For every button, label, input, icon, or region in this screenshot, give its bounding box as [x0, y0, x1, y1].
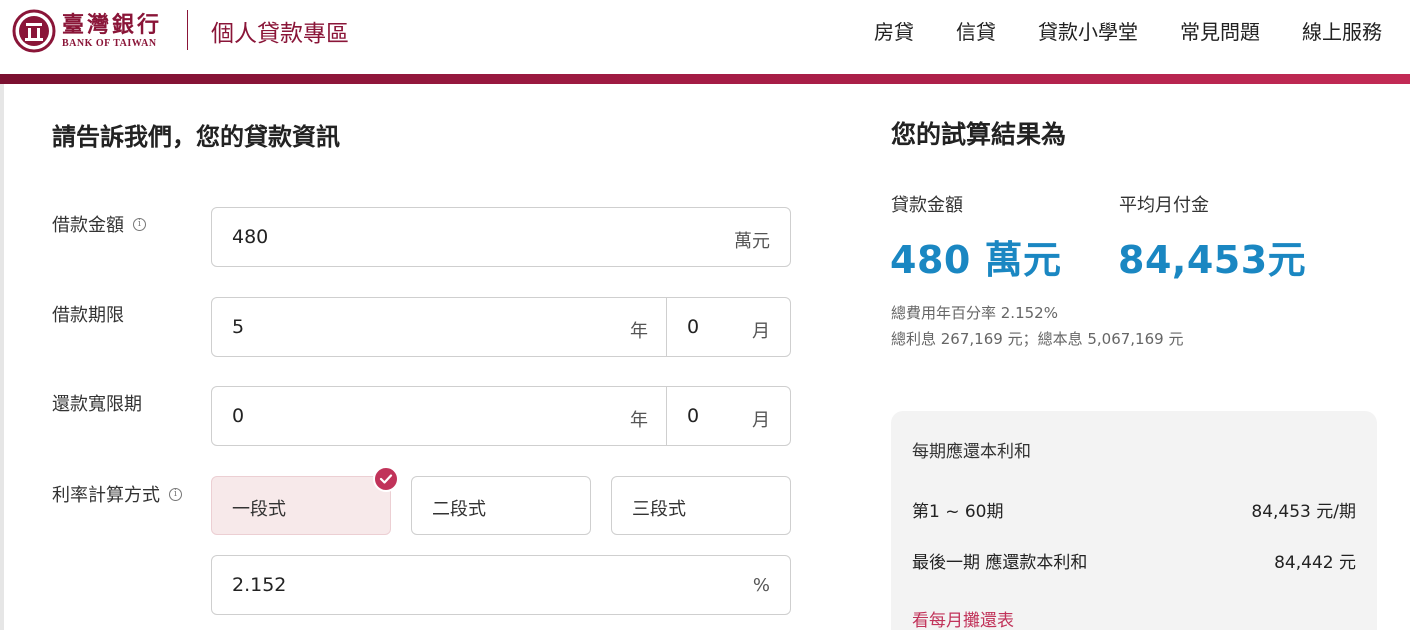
rate-option-three-stage[interactable]: 三段式 [611, 476, 791, 535]
monthly-payment-value: 84,453元 [1118, 238, 1307, 282]
grace-period-label: 還款寬限期 [52, 390, 142, 416]
site-header: 臺灣銀行 BANK OF TAIWAN 個人貸款專區 房貸 信貸 貸款小學堂 常… [0, 0, 1410, 74]
page-left-edge [0, 84, 4, 630]
bank-seal-icon[interactable] [12, 9, 56, 53]
header-divider [187, 10, 188, 50]
grace-months-input[interactable]: 0 月 [666, 387, 790, 445]
nav-item-credit-loan[interactable]: 信貸 [956, 16, 996, 45]
nav-item-faq[interactable]: 常見問題 [1180, 16, 1260, 45]
info-icon[interactable]: i [169, 487, 182, 501]
grace-months-unit: 月 [752, 410, 770, 431]
schedule-row-value: 84,442 元 [1274, 553, 1356, 573]
info-icon[interactable]: i [133, 217, 146, 231]
nav-item-online-service[interactable]: 線上服務 [1302, 16, 1382, 45]
loan-term-months-input[interactable]: 0 月 [666, 298, 790, 356]
rate-method-label: 利率計算方式 i [52, 481, 182, 507]
grace-years-value: 0 [232, 405, 245, 427]
grace-months-value: 0 [687, 405, 700, 427]
monthly-payment-label: 平均月付金 [1119, 195, 1209, 216]
interest-rate-unit: % [752, 575, 770, 596]
rate-method-label-text: 利率計算方式 [52, 485, 160, 506]
grace-years-input[interactable]: 0 年 [212, 387, 666, 445]
loan-term-label-text: 借款期限 [52, 305, 124, 326]
loan-term-group: 5 年 0 月 [211, 297, 791, 357]
loan-amount-unit: 萬元 [734, 231, 770, 252]
loan-amount-value: 480 [232, 226, 269, 248]
schedule-title: 每期應還本利和 [912, 442, 1031, 462]
loan-amount-input[interactable]: 480 萬元 [211, 207, 791, 267]
loan-amount-result-label: 貸款金額 [891, 195, 963, 216]
loan-term-months-value: 0 [687, 316, 700, 338]
logo-english-name[interactable]: BANK OF TAIWAN [62, 38, 157, 49]
loan-amount-result-value: 480 萬元 [890, 238, 1062, 282]
repayment-summary-panel: 每期應還本利和 第1 ~ 60期 84,453 元/期 最後一期 應還款本利和 … [891, 411, 1377, 630]
view-amortization-table-link[interactable]: 看每月攤還表 [912, 606, 1014, 630]
main-nav: 房貸 信貸 貸款小學堂 常見問題 線上服務 [874, 16, 1410, 45]
loan-amount-label-text: 借款金額 [52, 215, 124, 236]
form-title: 請告訴我們，您的貸款資訊 [52, 123, 340, 151]
rate-option-one-stage[interactable]: 一段式 [211, 476, 391, 535]
schedule-row-label: 第1 ~ 60期 [912, 502, 1004, 522]
schedule-row-value: 84,453 元/期 [1251, 502, 1356, 522]
selected-check-icon [373, 466, 399, 492]
schedule-row-label: 最後一期 應還款本利和 [912, 553, 1088, 573]
zone-title[interactable]: 個人貸款專區 [211, 14, 349, 48]
logo-chinese-name[interactable]: 臺灣銀行 [62, 7, 162, 39]
header-accent-bar [0, 74, 1410, 84]
interest-total-note: 總利息 267,169 元；總本息 5,067,169 元 [891, 330, 1184, 348]
loan-term-label: 借款期限 [52, 301, 124, 327]
loan-term-years-unit: 年 [630, 321, 648, 342]
apr-note: 總費用年百分率 2.152% [891, 304, 1058, 322]
result-title: 您的試算結果為 [891, 120, 1067, 149]
loan-amount-label: 借款金額 i [52, 211, 146, 237]
loan-term-years-value: 5 [232, 316, 245, 338]
grace-period-group: 0 年 0 月 [211, 386, 791, 446]
interest-rate-input[interactable]: 2.152 % [211, 555, 791, 615]
loan-term-months-unit: 月 [752, 321, 770, 342]
nav-item-loan-school[interactable]: 貸款小學堂 [1038, 16, 1138, 45]
grace-years-unit: 年 [630, 410, 648, 431]
nav-item-mortgage[interactable]: 房貸 [874, 16, 914, 45]
loan-term-years-input[interactable]: 5 年 [212, 298, 666, 356]
grace-period-label-text: 還款寬限期 [52, 394, 142, 415]
interest-rate-value: 2.152 [232, 574, 287, 596]
rate-option-two-stage[interactable]: 二段式 [411, 476, 591, 535]
